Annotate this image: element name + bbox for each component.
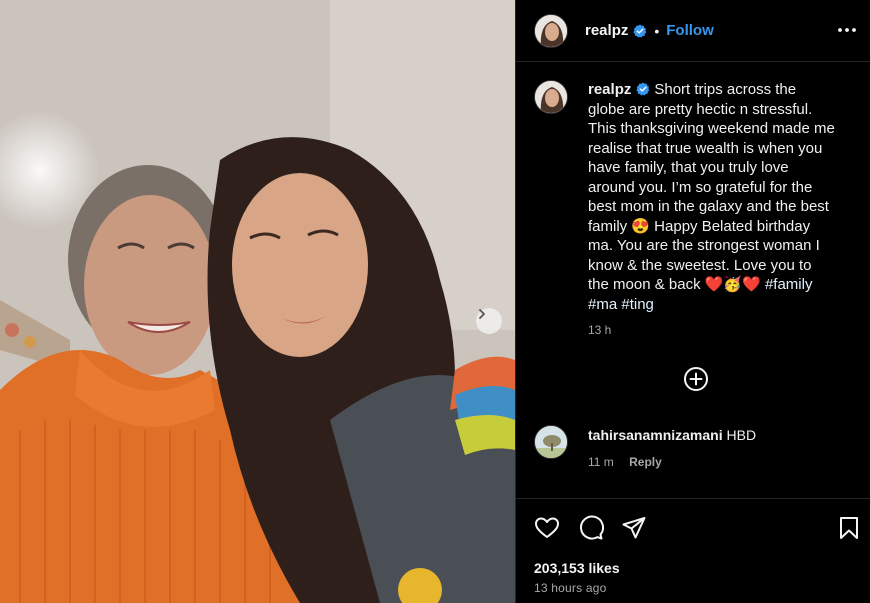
caption-line: the moon & back ❤️🥳❤️: [588, 276, 761, 293]
caption-line: around you. I’m so grateful for the: [588, 178, 813, 196]
hashtag-link[interactable]: #ting: [621, 296, 654, 313]
comment-text: tahirsanamnizamani HBD: [588, 427, 756, 443]
caption-text: realpz Short trips across the globe are …: [588, 80, 856, 314]
comment-username[interactable]: tahirsanamnizamani: [588, 427, 723, 443]
comment-meta: 11 m Reply: [588, 455, 662, 469]
hashtag-link[interactable]: #ma: [588, 296, 617, 313]
header-username[interactable]: realpz: [585, 22, 628, 39]
post-side-panel: realpz • Follow realpz Short trips acros…: [515, 0, 870, 603]
caption-line: family 😍 Happy Belated birthday: [588, 217, 811, 235]
post-timestamp[interactable]: 13 hours ago: [534, 581, 606, 595]
paper-plane-icon[interactable]: [621, 515, 647, 541]
caption-line: know & the sweetest. Love you to: [588, 256, 812, 274]
caption-username[interactable]: realpz: [588, 81, 631, 98]
bookmark-icon[interactable]: [836, 515, 862, 541]
header-separator: •: [654, 22, 660, 39]
comment-bubble-icon[interactable]: [578, 515, 604, 541]
caption-line: Short trips across the: [654, 81, 797, 98]
avatar[interactable]: [534, 13, 568, 48]
avatar-image: [535, 14, 567, 47]
chevron-right-icon: [479, 309, 485, 319]
caption-avatar[interactable]: [534, 80, 568, 114]
comment-body: HBD: [726, 427, 757, 443]
caption-timestamp[interactable]: 13 h: [588, 323, 611, 337]
caption-line: ma. You are the strongest woman I: [588, 237, 820, 254]
likes-count[interactable]: 203,153 likes: [534, 560, 620, 576]
more-options-icon[interactable]: [837, 22, 857, 38]
comment-time: 11 m: [588, 455, 614, 469]
caption-line: realise that true wealth is when you: [588, 139, 823, 157]
post-photo[interactable]: [0, 0, 515, 603]
hashtag-link[interactable]: #family: [765, 276, 813, 293]
avatar-image: [535, 81, 567, 113]
verified-badge-icon: [633, 24, 647, 38]
verified-badge-icon: [636, 82, 650, 96]
next-image-button[interactable]: [476, 308, 502, 334]
avatar-image: [535, 426, 567, 458]
caption-line: globe are pretty hectic n stressful.: [588, 100, 813, 118]
caption-line: best mom in the galaxy and the best: [588, 198, 829, 215]
caption-line: have family, that you truly love: [588, 159, 789, 176]
reply-button[interactable]: Reply: [629, 455, 662, 469]
caption-line: This thanksgiving weekend made me: [588, 120, 835, 137]
follow-button[interactable]: Follow: [666, 22, 714, 39]
photo-illustration: [0, 0, 515, 603]
post-actions: 203,153 likes 13 hours ago: [516, 498, 870, 603]
add-circle-icon[interactable]: [683, 366, 709, 392]
heart-icon[interactable]: [534, 515, 560, 541]
post-header: realpz • Follow: [516, 0, 870, 62]
comment-avatar[interactable]: [534, 425, 568, 459]
